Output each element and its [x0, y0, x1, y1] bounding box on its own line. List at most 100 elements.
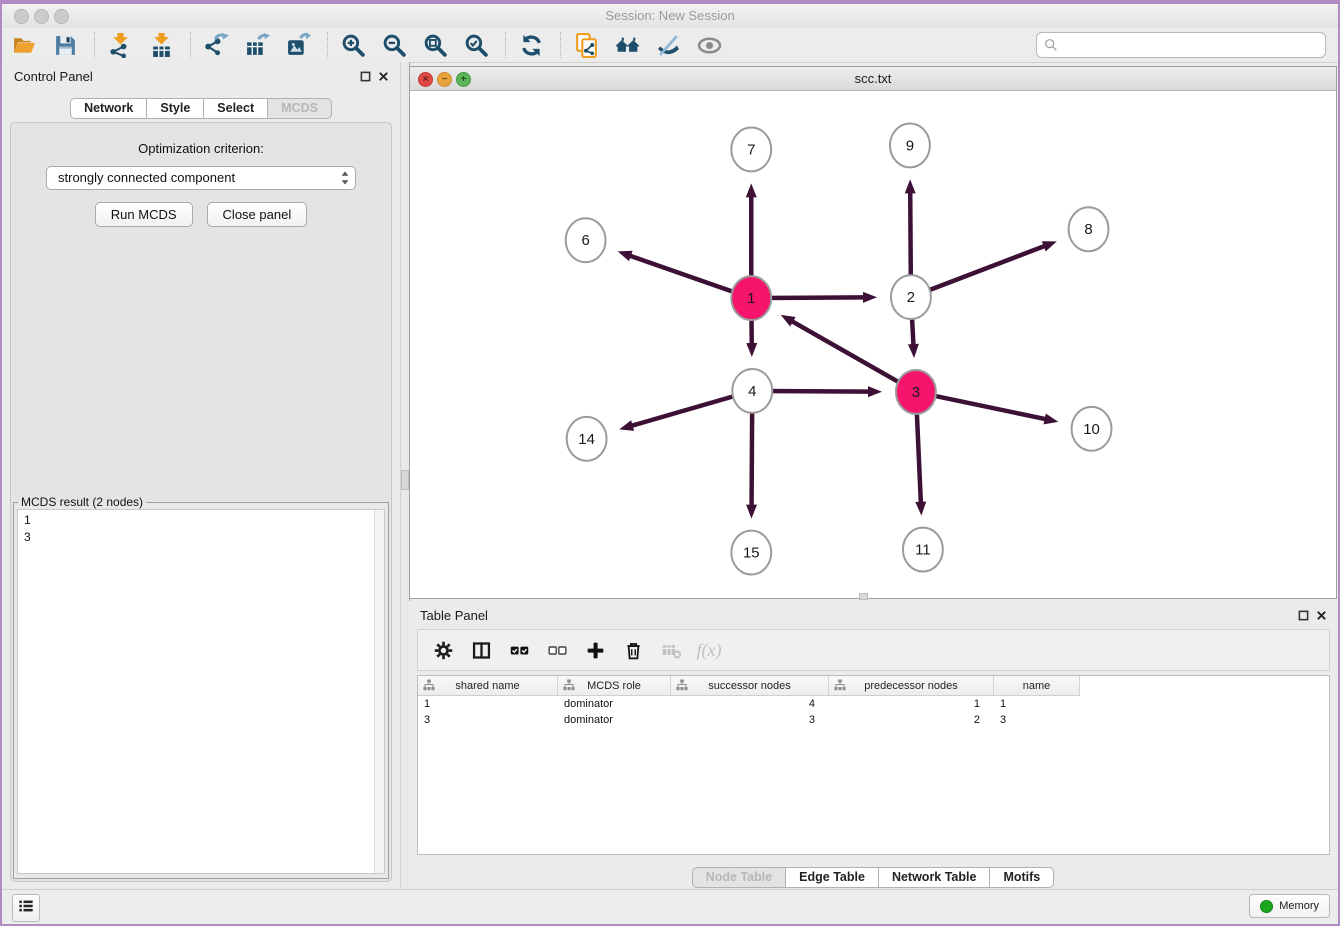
eye-button[interactable] [695, 31, 723, 59]
node-10[interactable]: 10 [1072, 407, 1112, 451]
column-header-shared-name[interactable]: shared name [418, 676, 558, 695]
tab-network-table[interactable]: Network Table [879, 867, 991, 888]
clone-network-button[interactable] [572, 31, 600, 59]
task-history-button[interactable] [12, 894, 40, 922]
node-8[interactable]: 8 [1069, 207, 1109, 251]
node-14[interactable]: 14 [567, 417, 607, 461]
export-table-button[interactable] [243, 31, 271, 59]
edge-2-8[interactable] [911, 241, 1057, 297]
result-scrollbar[interactable] [374, 510, 384, 873]
node-15[interactable]: 15 [731, 531, 771, 575]
toggle-columns-button[interactable] [468, 637, 494, 663]
select-all-icon [509, 640, 530, 661]
node-3[interactable]: 3 [896, 370, 936, 414]
deselect-all-columns-button[interactable] [544, 637, 570, 663]
table-cell[interactable]: 2 [829, 712, 994, 728]
control-panel-close-button[interactable] [376, 69, 390, 83]
network-view-window: × − + scc.txt 1 2 3 4 6 7 8 9 10 11 14 15 [409, 66, 1337, 599]
save-session-button[interactable] [51, 31, 79, 59]
search-box [1036, 32, 1326, 58]
table-row[interactable]: 1dominator411 [418, 696, 1080, 712]
column-label: name [1023, 680, 1051, 692]
memory-button[interactable]: Memory [1249, 894, 1330, 918]
tab-network[interactable]: Network [70, 98, 147, 119]
close-panel-button[interactable]: Close panel [207, 202, 308, 227]
open-folder-icon [12, 33, 37, 58]
node-9[interactable]: 9 [890, 123, 930, 167]
edge-3-10[interactable] [916, 392, 1058, 424]
network-graph[interactable]: 1 2 3 4 6 7 8 9 10 11 14 15 [410, 90, 1336, 598]
column-header-successor-nodes[interactable]: successor nodes [671, 676, 829, 695]
tab-style[interactable]: Style [147, 98, 204, 119]
table-cell[interactable]: dominator [558, 696, 671, 712]
column-header-mcds-role[interactable]: MCDS role [558, 676, 671, 695]
node-2[interactable]: 2 [891, 275, 931, 319]
tab-node-table[interactable]: Node Table [692, 867, 786, 888]
zoom-selected-button[interactable] [462, 31, 490, 59]
tab-select[interactable]: Select [204, 98, 268, 119]
control-panel-float-button[interactable] [358, 69, 372, 83]
eye-slash-button[interactable] [654, 31, 682, 59]
node-6[interactable]: 6 [566, 218, 606, 262]
column-label: MCDS role [587, 680, 641, 692]
export-image-button[interactable] [284, 31, 312, 59]
tab-mcds[interactable]: MCDS [268, 98, 332, 119]
network-window-titlebar: × − + scc.txt [410, 67, 1336, 91]
table-cell[interactable]: 4 [671, 696, 829, 712]
tree-icon [563, 679, 575, 691]
tab-edge-table[interactable]: Edge Table [786, 867, 879, 888]
mcds-result-textarea[interactable]: 13 [17, 509, 385, 874]
import-table-button[interactable] [147, 31, 175, 59]
criterion-dropdown[interactable]: strongly connected component [46, 166, 356, 190]
table-row[interactable]: 3dominator323 [418, 712, 1080, 728]
node-1[interactable]: 1 [731, 276, 771, 320]
delete-columns-button[interactable] [620, 637, 646, 663]
table-cell[interactable]: 1 [829, 696, 994, 712]
zoom-out-button[interactable] [380, 31, 408, 59]
tab-motifs[interactable]: Motifs [990, 867, 1054, 888]
export-network-icon [204, 33, 229, 58]
toolbar-separator [327, 32, 328, 58]
svg-text:11: 11 [915, 542, 931, 559]
refresh-button[interactable] [517, 31, 545, 59]
control-panel: Control Panel NetworkStyleSelectMCDS Opt… [2, 62, 400, 890]
export-table-icon [245, 33, 270, 58]
columns-icon [471, 640, 492, 661]
column-label: predecessor nodes [864, 680, 958, 692]
table-cell[interactable]: 1 [418, 696, 558, 712]
table-cell[interactable]: 3 [994, 712, 1080, 728]
open-file-button[interactable] [10, 31, 38, 59]
toolbar-separator [560, 32, 561, 58]
node-11[interactable]: 11 [903, 528, 943, 572]
search-input[interactable] [1063, 34, 1317, 56]
edge-1-6[interactable] [618, 251, 752, 298]
select-all-columns-button[interactable] [506, 637, 532, 663]
svg-text:4: 4 [748, 383, 756, 400]
horizontal-splitter-grip[interactable] [859, 593, 868, 600]
houses-button[interactable] [613, 31, 641, 59]
column-header-name[interactable]: name [994, 676, 1080, 695]
tree-icon [834, 679, 846, 691]
table-cell[interactable]: 3 [418, 712, 558, 728]
import-network-icon [108, 33, 133, 58]
main-toolbar [2, 28, 1338, 63]
table-toolbar: f(x) [417, 629, 1330, 671]
column-header-predecessor-nodes[interactable]: predecessor nodes [829, 676, 994, 695]
column-settings-button[interactable] [430, 637, 456, 663]
network-canvas[interactable]: 1 2 3 4 6 7 8 9 10 11 14 15 [410, 90, 1336, 598]
node-4[interactable]: 4 [732, 369, 772, 413]
edge-3-1[interactable] [781, 315, 916, 392]
table-cell[interactable]: 3 [671, 712, 829, 728]
table-panel-float-button[interactable] [1296, 608, 1310, 622]
create-column-button[interactable] [582, 637, 608, 663]
svg-text:2: 2 [907, 289, 915, 306]
table-panel-close-button[interactable] [1314, 608, 1328, 622]
export-network-button[interactable] [202, 31, 230, 59]
node-7[interactable]: 7 [731, 127, 771, 171]
zoom-in-button[interactable] [339, 31, 367, 59]
run-mcds-button[interactable]: Run MCDS [95, 202, 193, 227]
table-cell[interactable]: dominator [558, 712, 671, 728]
zoom-fit-button[interactable] [421, 31, 449, 59]
import-network-button[interactable] [106, 31, 134, 59]
table-cell[interactable]: 1 [994, 696, 1080, 712]
